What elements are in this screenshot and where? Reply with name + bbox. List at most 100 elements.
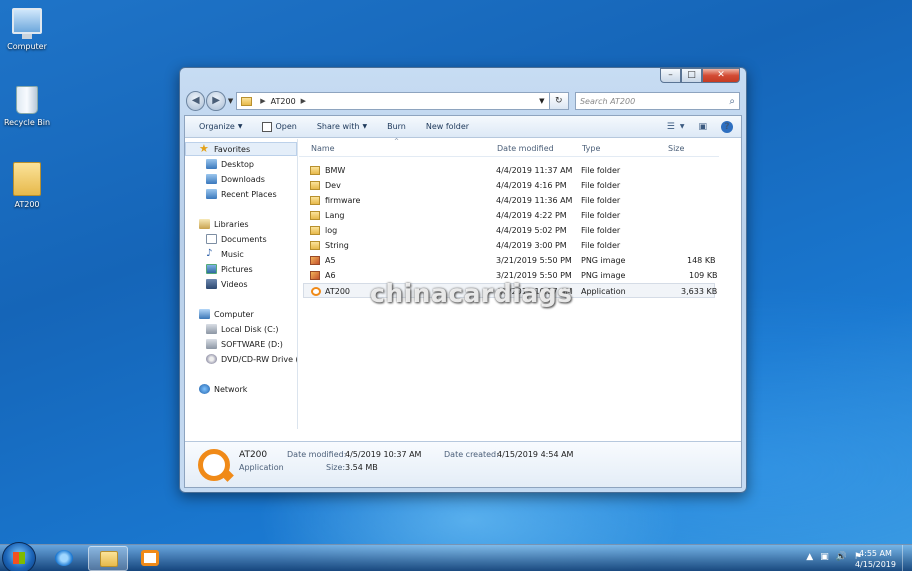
search-placeholder: Search AT200 xyxy=(579,96,636,106)
device-icon[interactable]: ▣ xyxy=(820,552,829,562)
file-type: PNG image xyxy=(581,271,626,280)
file-row[interactable]: BMW 4/4/2019 11:37 AM File folder xyxy=(303,163,715,178)
file-row[interactable]: Lang 4/4/2019 4:22 PM File folder xyxy=(303,208,715,223)
share-with-button[interactable]: Share with ▼ xyxy=(317,122,367,131)
navigation-pane: ★ Favorites Desktop Downloads Recent Pla… xyxy=(185,139,298,429)
new-folder-button[interactable]: New folder xyxy=(426,122,469,131)
column-header-date-modified[interactable]: Date modified xyxy=(497,144,554,153)
nav-item-local-disk[interactable]: Local Disk (C:) xyxy=(206,322,279,336)
png-image-icon xyxy=(310,271,320,280)
breadcrumb-separator-icon[interactable]: ▶ xyxy=(301,97,306,105)
back-button[interactable]: ◀ xyxy=(186,91,206,111)
clock-time: 4:55 AM xyxy=(859,549,892,558)
desktop-icon xyxy=(206,159,217,169)
file-type: PNG image xyxy=(581,256,626,265)
minimize-button[interactable]: – xyxy=(660,68,681,83)
file-type: File folder xyxy=(581,226,621,235)
nav-item-music[interactable]: ♪ Music xyxy=(206,247,244,261)
nav-item-favorites[interactable]: ★ Favorites xyxy=(185,142,297,156)
recent-places-icon xyxy=(206,189,217,199)
start-button[interactable] xyxy=(2,542,36,571)
show-hidden-icons-icon[interactable]: ▲ xyxy=(806,552,813,562)
column-header-type[interactable]: Type xyxy=(582,144,600,153)
chevron-down-icon: ▼ xyxy=(237,123,243,130)
desktop-icon-at200[interactable]: AT200 xyxy=(0,162,57,209)
folder-icon xyxy=(310,226,320,235)
nav-item-software-drive[interactable]: SOFTWARE (D:) xyxy=(206,337,283,351)
file-date: 4/4/2019 4:22 PM xyxy=(496,211,567,220)
command-bar: Organize ▼ Open Share with ▼ Burn New fold… xyxy=(185,116,741,138)
preview-pane-icon[interactable]: ▣ xyxy=(698,122,707,132)
view-dropdown-icon[interactable]: ▼ xyxy=(680,123,685,130)
taskbar-at200-app[interactable] xyxy=(130,546,170,571)
nav-item-dvd-drive[interactable]: DVD/CD-RW Drive ( xyxy=(206,352,297,366)
file-row[interactable]: A5 3/21/2019 5:50 PM PNG image 148 KB xyxy=(303,253,716,268)
documents-icon xyxy=(206,234,217,244)
star-icon: ★ xyxy=(199,142,209,155)
nav-item-recent-places[interactable]: Recent Places xyxy=(206,187,277,201)
breadcrumb-at200[interactable]: AT200 xyxy=(271,97,296,106)
address-bar[interactable]: ▶ AT200 ▶ ▼ xyxy=(236,92,550,110)
taskbar-windows-explorer[interactable] xyxy=(88,546,128,571)
nav-item-pictures[interactable]: Pictures xyxy=(206,262,253,276)
png-image-icon xyxy=(310,256,320,265)
forward-button[interactable]: ▶ xyxy=(206,91,226,111)
nav-item-label: Desktop xyxy=(221,159,254,169)
at200-app-icon xyxy=(141,550,159,566)
volume-icon[interactable]: 🔊 xyxy=(836,552,847,562)
file-type: File folder xyxy=(581,211,621,220)
nav-item-label: Favorites xyxy=(214,144,251,154)
maximize-button[interactable]: □ xyxy=(681,68,702,83)
show-desktop-button[interactable] xyxy=(902,545,912,571)
folder-icon xyxy=(13,162,41,196)
clock[interactable]: 4:55 AM 4/15/2019 xyxy=(855,548,896,570)
downloads-icon xyxy=(206,174,217,184)
file-size: 3,633 KB xyxy=(681,287,718,296)
help-icon[interactable]: ? xyxy=(721,120,733,133)
desktop-icon-computer[interactable]: Computer xyxy=(0,8,57,51)
recent-pages-dropdown[interactable]: ▼ xyxy=(228,97,233,105)
hard-disk-icon xyxy=(206,339,217,349)
organize-label: Organize xyxy=(199,122,235,131)
close-button[interactable]: ✕ xyxy=(702,68,740,83)
file-row[interactable]: firmware 4/4/2019 11:36 AM File folder xyxy=(303,193,715,208)
nav-item-computer[interactable]: Computer xyxy=(199,307,254,321)
file-row[interactable]: String 4/4/2019 3:00 PM File folder xyxy=(303,238,715,253)
view-controls: ☰ ▼ ▣ ? xyxy=(653,120,733,133)
nav-item-label: Computer xyxy=(214,309,254,319)
system-tray: ▲ ▣ 🔊 ⚑ xyxy=(799,552,862,562)
burn-button[interactable]: Burn xyxy=(387,122,406,131)
libraries-icon xyxy=(199,219,210,229)
chevron-down-icon: ▼ xyxy=(362,123,368,130)
nav-item-documents[interactable]: Documents xyxy=(206,232,267,246)
refresh-button[interactable]: ↻ xyxy=(549,92,569,110)
navigation-bar: ◀ ▶ ▼ ▶ AT200 ▶ ▼ ↻ Search AT200 ⌕ xyxy=(186,90,740,112)
organize-button[interactable]: Organize ▼ xyxy=(199,122,242,131)
file-row[interactable]: Dev 4/4/2019 4:16 PM File folder xyxy=(303,178,715,193)
column-header-name[interactable]: Name xyxy=(311,144,335,153)
nav-item-downloads[interactable]: Downloads xyxy=(206,172,265,186)
column-headers: ^ Name Date modified Type Size xyxy=(299,138,719,157)
desktop-icon-recycle-bin[interactable]: Recycle Bin xyxy=(0,86,57,127)
file-row[interactable]: log 4/4/2019 5:02 PM File folder xyxy=(303,223,715,238)
nav-item-label: Recent Places xyxy=(221,189,277,199)
address-dropdown-icon[interactable]: ▼ xyxy=(539,97,544,105)
breadcrumb-separator-icon[interactable]: ▶ xyxy=(260,97,265,105)
nav-item-desktop[interactable]: Desktop xyxy=(206,157,254,171)
change-view-icon[interactable]: ☰ xyxy=(667,122,675,132)
taskbar-internet-explorer[interactable] xyxy=(44,546,84,571)
nav-item-network[interactable]: Network xyxy=(199,382,247,396)
search-input[interactable]: Search AT200 ⌕ xyxy=(574,92,740,110)
details-date-modified-label: Date modified: xyxy=(287,450,347,459)
file-date: 4/4/2019 11:36 AM xyxy=(496,196,573,205)
window-controls: – □ ✕ xyxy=(660,68,740,83)
file-name: firmware xyxy=(325,196,361,205)
computer-icon xyxy=(12,8,42,39)
nav-item-libraries[interactable]: Libraries xyxy=(199,217,249,231)
nav-item-videos[interactable]: Videos xyxy=(206,277,248,291)
open-button[interactable]: Open xyxy=(262,121,297,132)
column-header-size[interactable]: Size xyxy=(668,144,684,153)
music-icon: ♪ xyxy=(206,248,213,259)
file-date: 4/4/2019 5:02 PM xyxy=(496,226,567,235)
search-icon[interactable]: ⌕ xyxy=(729,96,735,107)
